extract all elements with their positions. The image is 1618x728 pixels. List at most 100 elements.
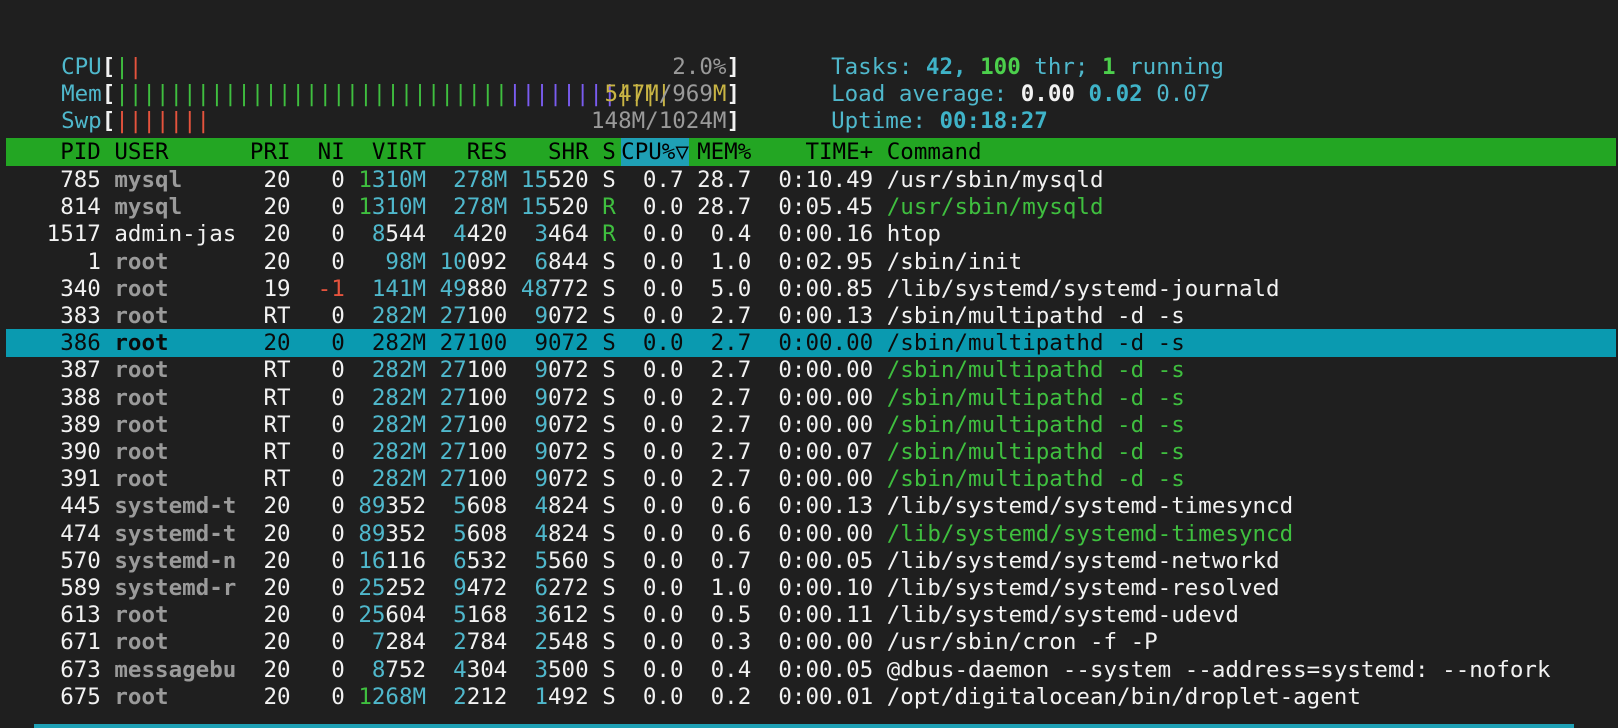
process-s: S: [602, 411, 616, 438]
process-mem: 0.2: [710, 683, 752, 710]
process-user: root: [114, 384, 169, 411]
process-user: messagebu: [114, 656, 237, 683]
process-pid: 445: [60, 493, 101, 520]
process-pid: 570: [60, 547, 101, 574]
process-ni: 0: [331, 466, 345, 493]
process-pid: 391: [60, 466, 101, 493]
process-row[interactable]: 388 root RT 0 282M 27100 9072 S 0.0 2.7 0:00.00/sb…: [6, 384, 1616, 412]
process-pri: RT: [263, 439, 291, 465]
process-row[interactable]: 387 root RT 0 282M 27100 9072 S 0.0 2.7 0:00.00/sb…: [6, 356, 1616, 384]
process-pid: 1517: [46, 221, 101, 248]
process-s: S: [602, 683, 616, 710]
process-user: systemd-t: [114, 493, 237, 520]
process-s: S: [602, 330, 616, 357]
column-header-cmd[interactable]: Command: [887, 138, 982, 166]
process-ni: 0: [331, 221, 345, 248]
process-user: mysql: [114, 194, 183, 221]
process-s: S: [602, 167, 616, 193]
process-shr: 3464: [534, 221, 589, 248]
column-header-mem[interactable]: MEM%: [697, 138, 751, 166]
process-virt: 8752: [371, 656, 427, 683]
process-mem: 2.7: [710, 330, 752, 357]
process-s: R: [602, 194, 616, 221]
process-time: 0:00.00: [778, 411, 874, 438]
process-shr: 9072: [534, 439, 589, 465]
process-res: 27100: [439, 439, 508, 465]
process-row[interactable]: 671 root 20 0 7284 2784 2548 S 0.0 0.3 0:00.00/usr…: [6, 628, 1616, 656]
process-cpu: 0.0: [642, 303, 684, 329]
process-pid: 814: [60, 194, 101, 221]
process-row[interactable]: 445 systemd-t 20 0 89352 5608 4824 S 0.0 0.6 0:00.…: [6, 492, 1616, 520]
process-row[interactable]: 474 systemd-t 20 0 89352 5608 4824 S 0.0 0.6 0:00.…: [6, 520, 1616, 548]
column-header-ni[interactable]: NI: [318, 138, 345, 166]
process-row[interactable]: 340 root 19 -1 141M 49880 48772 S 0.0 5.0 0:00.85 /…: [6, 275, 1616, 303]
process-row[interactable]: 814 mysql 20 0 1310M 278M 15520 R 0.0 28.7 0:05.45…: [6, 193, 1616, 221]
process-row[interactable]: 589 systemd-r 20 0 25252 9472 6272 S 0.0 1.0 0:00.…: [6, 574, 1616, 602]
process-time: 0:00.85: [778, 275, 874, 302]
process-pid: 613: [60, 602, 101, 629]
process-cmd: /sbin/multipathd -d -s: [886, 303, 1185, 329]
process-row[interactable]: 383 root RT 0 282M 27100 9072 S 0.0 2.7 0:00.13/sb…: [6, 302, 1616, 330]
process-row[interactable]: 389 root RT 0 282M 27100 9072 S 0.0 2.7 0:00.00/sb…: [6, 411, 1616, 439]
process-ni: 0: [331, 602, 345, 629]
process-pri: 20: [263, 656, 291, 683]
process-virt: 89352: [358, 493, 427, 520]
process-row[interactable]: 386 root 20 0 282M 27100 9072 S 0.0 2.7 0:00.00/sb…: [6, 329, 1616, 358]
process-virt: 282M: [371, 384, 427, 411]
column-header-shr[interactable]: SHR: [548, 138, 589, 166]
process-pid: 675: [60, 683, 101, 710]
process-mem: 0.7: [710, 547, 752, 574]
process-shr: 4824: [534, 520, 589, 547]
process-mem: 0.4: [710, 656, 752, 683]
column-header-time[interactable]: TIME+: [805, 138, 873, 166]
process-mem: 5.0: [710, 275, 752, 302]
column-header-s[interactable]: S: [602, 138, 616, 166]
process-row[interactable]: 673 messagebu 20 0 8752 4304 3500 S 0.0 0.4 0:00.0…: [6, 656, 1616, 684]
process-row[interactable]: 675 root 20 0 1268M 2212 1492 S 0.0 0.2 0:00.01/op…: [6, 683, 1616, 711]
process-cpu: 0.0: [642, 330, 684, 357]
process-ni: 0: [331, 330, 345, 357]
process-cpu: 0.0: [642, 384, 684, 411]
function-key-bar: [34, 724, 1574, 728]
process-time: 0:00.11: [778, 602, 874, 629]
process-cmd: /sbin/init: [886, 248, 1023, 275]
process-res: 27100: [439, 466, 508, 493]
process-pri: 20: [263, 167, 291, 193]
process-pri: RT: [263, 466, 291, 493]
process-time: 0:00.00: [778, 466, 874, 493]
process-s: S: [602, 439, 616, 465]
column-header-pri[interactable]: PRI: [250, 138, 291, 166]
column-header-pid[interactable]: PID: [60, 138, 101, 166]
load-average: Load average: 0.00 0.02 0.07: [831, 81, 1211, 107]
process-mem: 0.5: [710, 602, 752, 629]
process-mem: 2.7: [710, 357, 752, 384]
process-row[interactable]: 613 root 20 0 25604 5168 3612 S 0.0 0.5 0:00.11/li…: [6, 601, 1616, 629]
process-shr: 48772: [520, 275, 589, 302]
process-ni: 0: [331, 384, 345, 411]
process-row[interactable]: 390 root RT 0 282M 27100 9072 S 0.0 2.7 0:00.07/sb…: [6, 438, 1616, 466]
process-time: 0:10.49: [778, 167, 874, 193]
swp-meter-value: 148M/1024M: [590, 108, 727, 134]
process-row[interactable]: 391 root RT 0 282M 27100 9072 S 0.0 2.7 0:00.00/sb…: [6, 465, 1616, 493]
process-cpu: 0.0: [642, 275, 684, 302]
process-row[interactable]: 570 systemd-n 20 0 16116 6532 5560 S 0.0 0.7 0:00.…: [6, 547, 1616, 575]
process-virt: 282M: [371, 439, 427, 465]
process-time: 0:00.00: [778, 330, 874, 357]
column-header-virt[interactable]: VIRT: [372, 138, 426, 166]
process-virt: 282M: [371, 411, 427, 438]
process-virt: 282M: [371, 357, 427, 384]
process-cmd: /lib/systemd/systemd-resolved: [886, 575, 1280, 601]
process-cmd: /sbin/multipathd -d -s: [886, 330, 1185, 357]
process-res: 278M: [453, 167, 508, 193]
uptime-value: 00:18:27: [939, 108, 1048, 134]
column-header-cpu[interactable]: CPU%▽: [621, 138, 689, 166]
load-15min: 0.07: [1156, 81, 1211, 107]
process-pri: 20: [263, 248, 291, 275]
column-header-user[interactable]: USER: [114, 138, 168, 166]
process-row[interactable]: 785 mysql 20 0 1310M 278M 15520 S 0.7 28.7 0:10.49…: [6, 166, 1616, 194]
process-res: 6532: [453, 547, 508, 574]
column-header-res[interactable]: RES: [467, 138, 508, 166]
process-row[interactable]: 1517 admin-jas 20 0 8544 4420 3464 R 0.0 0.4 0:00.…: [6, 220, 1616, 248]
process-row[interactable]: 1 root 20 0 98M 10092 6844 S 0.0 1.0 0:02.95/sbin/…: [6, 248, 1616, 276]
process-ni: 0: [331, 303, 345, 329]
